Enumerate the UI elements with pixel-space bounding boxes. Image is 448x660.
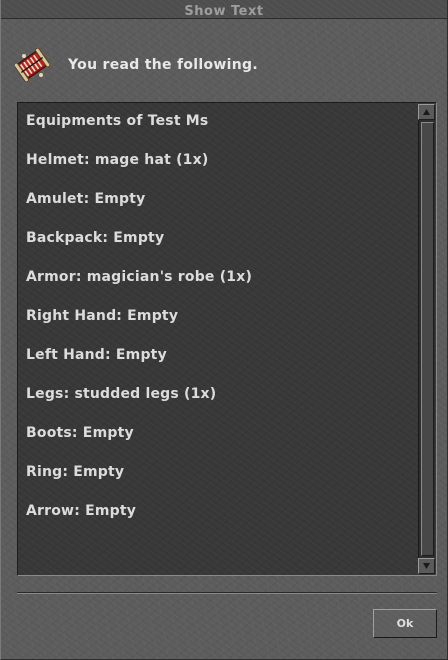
text-line: Equipments of Test Ms [26,113,209,129]
scroll-track[interactable] [418,120,435,558]
text-line: Ring: Empty [26,464,125,480]
scroll-up-button[interactable] [418,104,435,120]
text-line: Backpack: Empty [26,230,165,246]
arrow-up-icon [423,109,430,115]
text-line: Helmet: mage hat (1x) [26,152,209,168]
text-line: Boots: Empty [26,425,134,441]
scroll-icon [13,47,51,83]
text-area[interactable]: Equipments of Test Ms Helmet: mage hat (… [17,102,437,576]
text-line: Armor: magician's robe (1x) [26,269,253,285]
text-line: Right Hand: Empty [26,308,179,324]
ok-button[interactable]: Ok [373,609,437,638]
scroll-down-button[interactable] [418,558,435,574]
vertical-scrollbar[interactable] [418,104,435,574]
text-line: Left Hand: Empty [26,347,167,363]
text-line: Arrow: Empty [26,503,137,519]
header-text: You read the following. [68,57,258,73]
window-title: Show Text [184,4,264,19]
title-bar[interactable]: Show Text [1,0,447,19]
text-line: Legs: studded legs (1x) [26,386,217,402]
text-lines: Equipments of Test Ms Helmet: mage hat (… [26,109,416,538]
arrow-down-icon [423,563,430,569]
separator [17,592,437,594]
scroll-thumb[interactable] [421,122,434,556]
text-line: Amulet: Empty [26,191,146,207]
show-text-window: Show Text You read the following. Equipm… [0,0,448,660]
header-row: You read the following. [13,40,258,90]
